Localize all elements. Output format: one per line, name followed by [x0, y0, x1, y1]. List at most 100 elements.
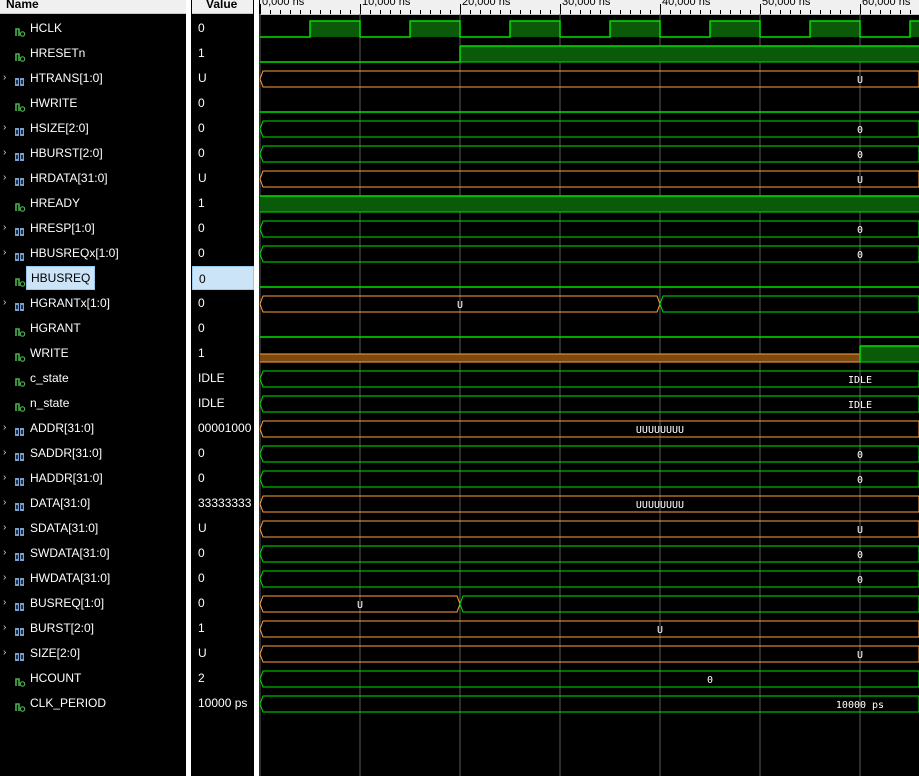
clock-high-fill: [610, 21, 660, 37]
name-column-header[interactable]: Name: [0, 0, 186, 14]
expand-chevron-icon[interactable]: ›: [3, 291, 6, 315]
signal-value[interactable]: 1: [192, 341, 254, 365]
signal-value[interactable]: 0: [192, 541, 254, 565]
signal-row[interactable]: › HTRANS[1:0]: [0, 66, 186, 90]
time-ruler[interactable]: 0,000 ns 10,000 ns 20,000 ns 30,000 ns 40,00…: [260, 0, 919, 15]
signal-row[interactable]: › HRDATA[31:0]: [0, 166, 186, 190]
signal-row[interactable]: n_state: [0, 391, 186, 415]
bus-value-label: U: [857, 650, 863, 661]
signal-row[interactable]: › ADDR[31:0]: [0, 416, 186, 440]
signal-value[interactable]: 33333333: [192, 491, 254, 515]
signal-row[interactable]: › HRESP[1:0]: [0, 216, 186, 240]
bus-value-label: 0: [857, 150, 863, 161]
signal-row[interactable]: CLK_PERIOD: [0, 691, 186, 715]
expand-chevron-icon[interactable]: ›: [3, 241, 6, 265]
signal-value[interactable]: 1: [192, 616, 254, 640]
signal-value[interactable]: 0: [192, 441, 254, 465]
signal-name: SADDR[31:0]: [30, 446, 103, 460]
expand-chevron-icon[interactable]: ›: [3, 641, 6, 665]
signal-name: BUSREQ[1:0]: [30, 596, 105, 610]
signal-name: HGRANTx[1:0]: [30, 296, 111, 310]
clock-high-fill: [510, 21, 560, 37]
expand-chevron-icon[interactable]: ›: [3, 416, 6, 440]
expand-chevron-icon[interactable]: ›: [3, 116, 6, 140]
bus-value-label: 0: [857, 250, 863, 261]
signal-row[interactable]: c_state: [0, 366, 186, 390]
signal-row[interactable]: HWRITE: [0, 91, 186, 115]
signal-row[interactable]: › SADDR[31:0]: [0, 441, 186, 465]
signal-row[interactable]: HBUSREQ: [0, 266, 186, 290]
bus-segment: [259, 545, 919, 563]
signal-row[interactable]: › SIZE[2:0]: [0, 641, 186, 665]
column-splitter[interactable]: [186, 0, 191, 776]
signal-value[interactable]: 0: [192, 466, 254, 490]
signal-value[interactable]: 0: [192, 16, 254, 40]
signal-row[interactable]: › SWDATA[31:0]: [0, 541, 186, 565]
signal-row[interactable]: WRITE: [0, 341, 186, 365]
bus-value-label: IDLE: [848, 375, 872, 386]
expand-chevron-icon[interactable]: ›: [3, 166, 6, 190]
signal-value[interactable]: U: [192, 516, 254, 540]
expand-chevron-icon[interactable]: ›: [3, 66, 6, 90]
signal-value[interactable]: 0: [192, 141, 254, 165]
signal-value[interactable]: 0: [192, 291, 254, 315]
signal-row[interactable]: › HADDR[31:0]: [0, 466, 186, 490]
signal-name: BURST[2:0]: [30, 621, 95, 635]
expand-chevron-icon[interactable]: ›: [3, 491, 6, 515]
signal-value[interactable]: 0: [192, 116, 254, 140]
signal-row[interactable]: › HSIZE[2:0]: [0, 116, 186, 140]
signal-value[interactable]: IDLE: [192, 391, 254, 415]
signal-row[interactable]: › HGRANTx[1:0]: [0, 291, 186, 315]
signal-row[interactable]: HGRANT: [0, 316, 186, 340]
signal-name: n_state: [30, 396, 70, 410]
signal-value[interactable]: 00001000: [192, 416, 254, 440]
signal-value[interactable]: 0: [192, 566, 254, 590]
signal-value[interactable]: 0: [192, 216, 254, 240]
signal-value[interactable]: IDLE: [192, 366, 254, 390]
expand-chevron-icon[interactable]: ›: [3, 566, 6, 590]
signal-row[interactable]: › DATA[31:0]: [0, 491, 186, 515]
signal-row[interactable]: HRESETn: [0, 41, 186, 65]
signal-name: DATA[31:0]: [30, 496, 91, 510]
signal-value[interactable]: 0: [192, 591, 254, 615]
value-column-header[interactable]: Value: [192, 0, 253, 14]
signal-value[interactable]: U: [192, 166, 254, 190]
signal-value[interactable]: 10000 ps: [192, 691, 254, 715]
expand-chevron-icon[interactable]: ›: [3, 141, 6, 165]
bus-signal-icon: [14, 497, 26, 511]
expand-chevron-icon[interactable]: ›: [3, 216, 6, 240]
expand-chevron-icon[interactable]: ›: [3, 616, 6, 640]
expand-chevron-icon[interactable]: ›: [3, 516, 6, 540]
bus-segment: [259, 245, 919, 263]
signal-name: ADDR[31:0]: [30, 421, 95, 435]
expand-chevron-icon[interactable]: ›: [3, 441, 6, 465]
signal-value[interactable]: 0: [192, 241, 254, 265]
signal-row[interactable]: HREADY: [0, 191, 186, 215]
signal-row[interactable]: › BURST[2:0]: [0, 616, 186, 640]
signal-value[interactable]: U: [192, 66, 254, 90]
signal-row[interactable]: HCLK: [0, 16, 186, 40]
signal-value[interactable]: 1: [192, 191, 254, 215]
signal-value[interactable]: 0: [192, 91, 254, 115]
bit-signal-icon: [14, 272, 26, 287]
bus-value-label: U: [657, 625, 663, 636]
bus-segment: [259, 420, 919, 438]
expand-chevron-icon[interactable]: ›: [3, 591, 6, 615]
bit-signal-icon: [14, 47, 26, 62]
signal-row[interactable]: › HWDATA[31:0]: [0, 566, 186, 590]
waveform-canvas[interactable]: U00U00UIDLEIDLEUUUUUUUU00UUUUUUUUU00UUU0…: [259, 14, 919, 776]
signal-value[interactable]: 0: [192, 316, 254, 340]
signal-row[interactable]: › SDATA[31:0]: [0, 516, 186, 540]
signal-value[interactable]: 2: [192, 666, 254, 690]
signal-value[interactable]: 1: [192, 41, 254, 65]
signal-row[interactable]: HCOUNT: [0, 666, 186, 690]
signal-value[interactable]: 0: [192, 266, 254, 290]
signal-row[interactable]: › HBURST[2:0]: [0, 141, 186, 165]
bus-segment: [259, 695, 919, 713]
expand-chevron-icon[interactable]: ›: [3, 466, 6, 490]
expand-chevron-icon[interactable]: ›: [3, 541, 6, 565]
signal-name: HGRANT: [30, 321, 81, 335]
signal-row[interactable]: › BUSREQ[1:0]: [0, 591, 186, 615]
signal-value[interactable]: U: [192, 641, 254, 665]
signal-row[interactable]: › HBUSREQx[1:0]: [0, 241, 186, 265]
